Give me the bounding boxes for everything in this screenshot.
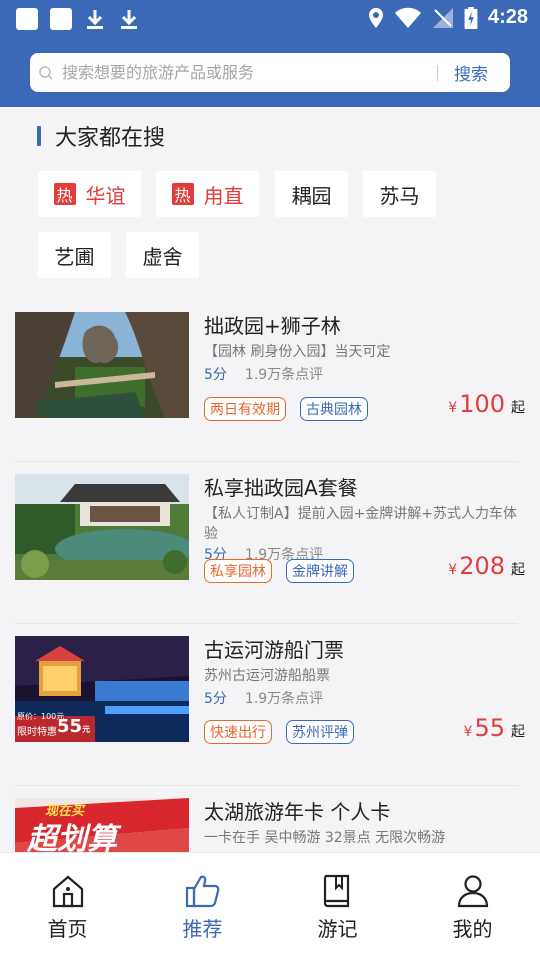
product-desc: 【园林 刷身份入园】当天可定 <box>204 344 391 360</box>
badge: 快速出行 <box>204 720 272 744</box>
badge: 私享园林 <box>204 559 272 583</box>
notification-icon <box>50 8 72 30</box>
price-value: 55 <box>474 714 505 742</box>
hot-icon: 热 <box>171 183 194 205</box>
hot-icon: 热 <box>53 183 76 205</box>
battery-icon <box>464 6 478 29</box>
product-title: 拙政园+狮子林 <box>204 314 341 338</box>
product-title: 太湖旅游年卡 个人卡 <box>204 800 391 824</box>
review-count: 1.9万条点评 <box>244 691 324 707</box>
price-value: 208 <box>459 552 505 580</box>
product-desc: 苏州古运河游船船票 <box>204 668 330 684</box>
product-image: 原价：100元 限时特惠 55元 <box>15 636 189 742</box>
nav-home[interactable]: 首页 <box>0 853 135 953</box>
hot-search-title: 大家都在搜 <box>55 126 166 151</box>
product-desc: 【私人订制A】提前入园+金牌讲解+苏式人力车体验 <box>204 506 518 542</box>
thumb-promo-price: 55元 <box>57 716 91 737</box>
product-badges: 两日有效期 古典园林 <box>204 397 368 421</box>
notification-icon <box>16 8 38 30</box>
nav-label: 我的 <box>452 917 493 941</box>
search-icon <box>39 65 53 80</box>
product-rating: 5分 1.9万条点评 <box>204 364 323 384</box>
tag-label: 耦园 <box>291 183 332 208</box>
currency-symbol: ¥ <box>448 400 458 416</box>
price-value: 100 <box>459 390 505 418</box>
product-badges: 私享园林 金牌讲解 <box>204 559 354 583</box>
product-item[interactable]: 原价：100元 限时特惠 55元 古运河游船门票 苏州古运河游船船票 5分 1.9… <box>0 624 540 786</box>
thumbs-up-icon <box>185 875 219 908</box>
rating-score: 5分 <box>204 691 227 707</box>
product-rating: 5分 1.9万条点评 <box>204 688 323 708</box>
tag-label: 苏马 <box>379 183 420 208</box>
tag-suma[interactable]: 苏马 <box>363 171 436 217</box>
product-price: ¥ 100 起 <box>448 390 525 418</box>
tag-label: 艺圃 <box>54 244 95 269</box>
badge: 苏州评弹 <box>286 720 354 744</box>
tag-xushe[interactable]: 虚舍 <box>126 232 199 278</box>
search-button[interactable]: 搜索 <box>454 60 488 85</box>
tag-yipu[interactable]: 艺圃 <box>38 232 111 278</box>
status-bar: 4:28 <box>0 0 540 37</box>
user-icon <box>457 875 488 908</box>
nav-label: 首页 <box>47 917 88 941</box>
rating-score: 5分 <box>204 367 227 383</box>
tag-label: 甪直 <box>203 183 244 208</box>
thumb-promo-label: 限时特惠 <box>17 727 57 738</box>
no-signal-icon <box>432 7 453 28</box>
badge: 古典园林 <box>300 397 368 421</box>
hot-search-header: 大家都在搜 <box>37 120 165 152</box>
badge: 金牌讲解 <box>286 559 354 583</box>
nav-recommend[interactable]: 推荐 <box>135 853 270 953</box>
product-badges: 快速出行 苏州评弹 <box>204 720 354 744</box>
wifi-icon <box>394 7 421 28</box>
product-title: 私享拙政园A套餐 <box>204 476 358 500</box>
badge: 两日有效期 <box>204 397 286 421</box>
tag-label: 华谊 <box>85 183 126 208</box>
download-icon <box>118 7 140 31</box>
price-suffix: 起 <box>511 562 525 578</box>
product-title: 古运河游船门票 <box>204 638 344 662</box>
nav-label: 推荐 <box>182 917 223 941</box>
status-time: 4:28 <box>487 6 528 28</box>
location-icon <box>368 7 383 28</box>
section-accent-bar <box>37 126 41 146</box>
product-price: ¥ 55 起 <box>464 714 525 742</box>
home-icon <box>52 875 83 908</box>
bottom-nav: 首页 推荐 游记 我的 <box>0 852 540 960</box>
nav-mine[interactable]: 我的 <box>405 853 540 953</box>
product-item[interactable]: 拙政园+狮子林 【园林 刷身份入园】当天可定 5分 1.9万条点评 两日有效期 古… <box>0 300 540 462</box>
tag-label: 虚舍 <box>142 244 183 269</box>
currency-symbol: ¥ <box>463 724 473 740</box>
search-input[interactable] <box>54 63 437 82</box>
review-count: 1.9万条点评 <box>244 367 324 383</box>
header: 搜索 <box>0 37 540 107</box>
hot-tag-huayi[interactable]: 热 华谊 <box>38 171 141 217</box>
price-suffix: 起 <box>511 400 525 416</box>
product-image <box>15 474 189 580</box>
search-bar: 搜索 <box>30 53 510 92</box>
currency-symbol: ¥ <box>448 562 458 578</box>
product-price: ¥ 208 起 <box>448 552 525 580</box>
product-desc: 一卡在手 吴中畅游 32景点 无限次畅游 <box>204 830 446 846</box>
search-divider <box>437 64 438 81</box>
book-icon <box>323 874 349 908</box>
download-icon <box>84 7 106 31</box>
nav-travel-notes[interactable]: 游记 <box>270 853 405 953</box>
hot-tag-luzhi[interactable]: 热 甪直 <box>156 171 259 217</box>
price-suffix: 起 <box>511 724 525 740</box>
nav-label: 游记 <box>317 917 358 941</box>
tag-ouyuan[interactable]: 耦园 <box>275 171 348 217</box>
product-image <box>15 312 189 418</box>
product-item[interactable]: 私享拙政园A套餐 【私人订制A】提前入园+金牌讲解+苏式人力车体验 5分 1.9万… <box>0 462 540 624</box>
